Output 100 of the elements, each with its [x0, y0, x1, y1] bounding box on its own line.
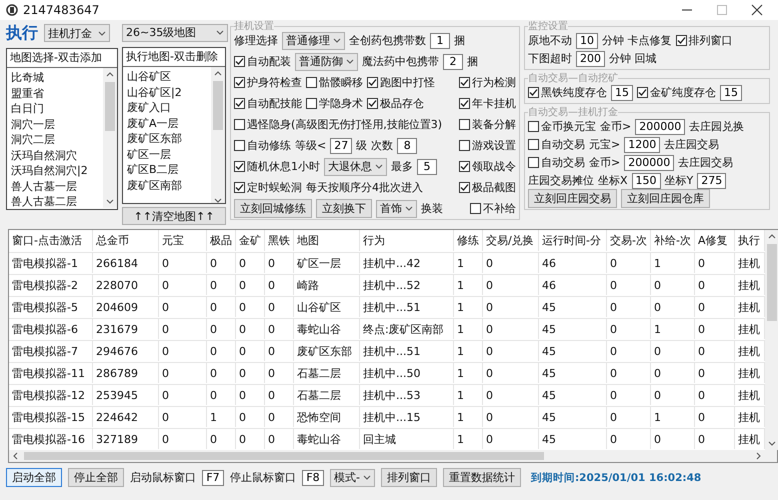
checkbox[interactable]	[470, 203, 481, 214]
column-header[interactable]: 修练	[454, 230, 483, 251]
action-button[interactable]: 排列窗口	[380, 468, 437, 487]
dropdown[interactable]: 26~35级地图	[122, 24, 228, 42]
checkbox[interactable]	[234, 182, 245, 193]
checkbox-label[interactable]: 行为检测	[472, 75, 516, 90]
checkbox-label[interactable]: 自动交易	[541, 155, 585, 170]
horizontal-scrollbar[interactable]	[12, 451, 762, 461]
checkbox-label[interactable]: 极品存仓	[380, 96, 424, 111]
input-field[interactable]: 5	[417, 158, 437, 174]
action-button[interactable]: 立刻换下	[316, 199, 372, 218]
column-header[interactable]: 极品	[207, 230, 236, 251]
checkbox[interactable]	[528, 139, 539, 150]
checkbox[interactable]	[637, 87, 648, 98]
table-cell[interactable]: 雷电模拟器-1	[9, 252, 93, 273]
column-header[interactable]: 交易-次	[607, 230, 651, 251]
map-list-item[interactable]: 山谷矿区|2	[127, 84, 207, 100]
map-list-item[interactable]: 矿区B二层	[127, 162, 207, 178]
table-cell[interactable]: 雷电模拟器-15	[9, 406, 93, 427]
column-header[interactable]: 交易/兑换	[483, 230, 539, 251]
map-list-item[interactable]: 盟重省	[11, 86, 99, 101]
scrollbar[interactable]	[211, 67, 225, 203]
checkbox[interactable]	[459, 119, 470, 130]
checkbox[interactable]	[459, 77, 470, 88]
map-list-item[interactable]: 白日门	[11, 101, 99, 116]
column-header[interactable]: 行为	[360, 230, 454, 251]
map-list-item[interactable]: 洞穴一层	[11, 116, 99, 132]
table-cell[interactable]: 雷电模拟器-6	[9, 318, 93, 339]
checkbox-label[interactable]: 游戏设置	[472, 138, 516, 153]
input-field[interactable]: 2	[443, 54, 463, 70]
checkbox-label[interactable]: 黑铁纯度存仓	[541, 85, 607, 100]
table-cell[interactable]: 雷电模拟器-12	[9, 384, 93, 405]
column-header[interactable]: A修复	[695, 230, 735, 251]
input-field[interactable]: 200	[576, 50, 605, 66]
checkbox[interactable]	[367, 77, 378, 88]
checkbox[interactable]	[234, 119, 245, 130]
map-list-item[interactable]: 废矿区南部	[127, 178, 207, 194]
checkbox[interactable]	[459, 182, 470, 193]
input-field[interactable]: 1200	[624, 136, 660, 152]
checkbox[interactable]	[459, 98, 470, 109]
table-cell[interactable]: 雷电模拟器-7	[9, 340, 93, 361]
checkbox[interactable]	[234, 77, 245, 88]
input-field[interactable]: 27	[330, 138, 352, 154]
action-button[interactable]: 立刻回庄园交易	[528, 189, 617, 208]
checkbox-label[interactable]: 跑图中打怪	[380, 75, 435, 90]
input-field[interactable]: 8	[397, 138, 418, 154]
checkbox-label[interactable]: 遇怪隐身(高级图无伤打怪用,技能位置3)	[247, 117, 442, 132]
checkbox-label[interactable]: 自动配装	[247, 54, 291, 69]
input-field[interactable]: 1	[430, 32, 450, 48]
input-field[interactable]: F8	[302, 470, 324, 486]
scrollbar[interactable]	[103, 68, 117, 208]
input-field[interactable]: 10	[576, 32, 598, 48]
column-header[interactable]: 地图	[294, 230, 360, 251]
table-cell[interactable]: 雷电模拟器-11	[9, 362, 93, 383]
map-list-item[interactable]: 废矿区东部	[127, 131, 207, 147]
checkbox[interactable]	[459, 161, 470, 172]
checkbox-label[interactable]: 骷髅瞬移	[319, 75, 363, 90]
clear-maps-button[interactable]: ↑↑清空地图↑↑	[122, 207, 226, 225]
checkbox[interactable]	[528, 157, 539, 168]
column-header[interactable]: 金矿	[236, 230, 265, 251]
dropdown[interactable]: 首饰	[376, 200, 417, 218]
input-field[interactable]: 15	[611, 84, 633, 100]
map-list-item[interactable]: 矿区一层	[127, 146, 207, 162]
action-button[interactable]: 停止全部	[68, 468, 124, 487]
map-list-item[interactable]: 兽人古墓一层	[11, 178, 99, 194]
column-header[interactable]: 运行时间-分	[539, 230, 607, 251]
input-field[interactable]: 150	[632, 172, 661, 188]
checkbox-label[interactable]: 排列窗口	[688, 33, 732, 48]
map-list-item[interactable]: 废矿A一层	[127, 116, 207, 132]
checkbox-label[interactable]: 极品截图	[472, 180, 516, 195]
checkbox[interactable]	[676, 35, 686, 46]
column-header[interactable]: 总金币	[93, 230, 159, 251]
action-button[interactable]: 启动全部	[6, 468, 62, 487]
map-list-item[interactable]: 兽人古墓二层	[11, 194, 99, 209]
checkbox[interactable]	[234, 56, 245, 67]
input-field[interactable]: F7	[202, 470, 224, 486]
checkbox-label[interactable]: 金矿纯度存仓	[650, 85, 716, 100]
checkbox-label[interactable]: 自动配技能	[247, 96, 302, 111]
checkbox[interactable]	[234, 140, 245, 151]
input-field[interactable]: 275	[697, 172, 726, 188]
checkbox-label[interactable]: 金币换元宝	[541, 119, 596, 134]
checkbox[interactable]	[306, 98, 317, 109]
checkbox-label[interactable]: 自动交易	[541, 137, 585, 152]
map-list-item[interactable]: 废矿入口	[127, 100, 207, 116]
table-cell[interactable]: 雷电模拟器-5	[9, 296, 93, 317]
checkbox-label[interactable]: 随机休息1小时	[247, 159, 320, 174]
checkbox[interactable]	[234, 98, 245, 109]
input-field[interactable]: 200000	[635, 118, 686, 134]
dropdown[interactable]: 大退休息	[324, 158, 387, 176]
dropdown[interactable]: 挂机打金	[44, 24, 110, 42]
checkbox-label[interactable]: 学隐身术	[319, 96, 363, 111]
map-list-item[interactable]: 沃玛自然洞穴|2	[11, 163, 99, 178]
checkbox[interactable]	[528, 121, 539, 132]
dropdown[interactable]: 普通防御	[295, 52, 358, 70]
checkbox[interactable]	[234, 161, 245, 172]
action-button[interactable]: 立刻回城修练	[234, 199, 312, 218]
checkbox[interactable]	[459, 140, 470, 151]
map-list-item[interactable]: 洞穴二层	[11, 132, 99, 148]
checkbox-label[interactable]: 装备分解	[472, 117, 516, 132]
column-header[interactable]: 黑铁	[265, 230, 294, 251]
